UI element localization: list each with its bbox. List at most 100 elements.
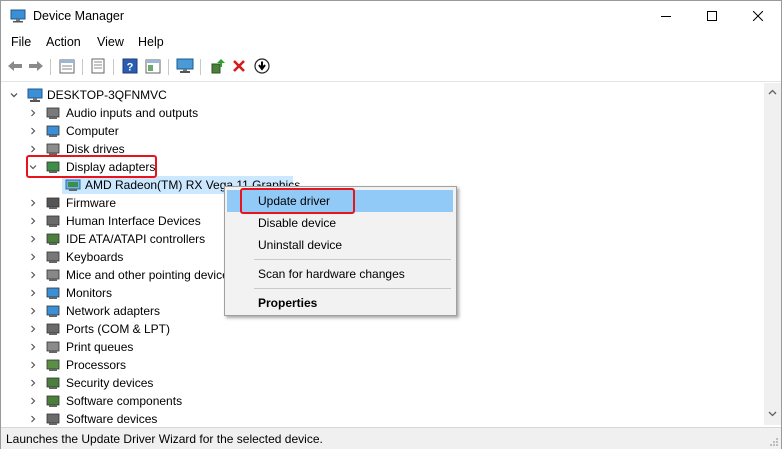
ide-controller-icon bbox=[46, 233, 60, 245]
ctx-properties-label: Properties bbox=[258, 296, 318, 310]
chevron-down-icon[interactable] bbox=[29, 163, 37, 171]
ctx-uninstall-device-label: Uninstall device bbox=[258, 238, 343, 252]
tree-category-row[interactable]: Software devices bbox=[1, 410, 764, 425]
chevron-right-icon[interactable] bbox=[29, 343, 37, 351]
tree-category-row[interactable]: Ports (COM & LPT) bbox=[1, 320, 764, 338]
update-driver-button[interactable] bbox=[208, 57, 226, 75]
hid-icon bbox=[46, 215, 60, 227]
ctx-properties[interactable]: Properties bbox=[227, 292, 453, 314]
software-device-icon bbox=[46, 413, 60, 425]
minimize-icon bbox=[661, 16, 671, 17]
display-adapter-icon bbox=[46, 161, 60, 173]
help-button[interactable]: ? bbox=[121, 57, 139, 75]
chevron-right-icon[interactable] bbox=[29, 235, 37, 243]
uninstall-device-button[interactable] bbox=[230, 57, 248, 75]
chevron-right-icon[interactable] bbox=[29, 325, 37, 333]
toolbar: ? bbox=[1, 53, 781, 82]
device-manager-app-icon bbox=[10, 9, 26, 23]
software-component-icon bbox=[46, 395, 60, 407]
document-list-icon bbox=[91, 58, 105, 74]
chevron-right-icon[interactable] bbox=[29, 361, 37, 369]
monitor-view-icon bbox=[176, 58, 194, 73]
status-bar: Launches the Update Driver Wizard for th… bbox=[1, 427, 781, 449]
device-list-button[interactable] bbox=[89, 57, 107, 75]
chevron-down-icon[interactable] bbox=[10, 91, 18, 99]
mouse-icon bbox=[46, 269, 60, 281]
tree-category-label: Processors bbox=[66, 358, 127, 372]
window-title: Device Manager bbox=[33, 9, 125, 23]
ctx-scan-hardware[interactable]: Scan for hardware changes bbox=[227, 263, 453, 285]
security-device-icon bbox=[46, 377, 60, 389]
display-view-button[interactable] bbox=[176, 57, 194, 75]
ctx-separator bbox=[254, 288, 451, 289]
tree-category-label: Firmware bbox=[66, 196, 116, 210]
forward-button[interactable] bbox=[27, 57, 45, 75]
tree-category-label: Mice and other pointing devices bbox=[66, 268, 235, 282]
toolbar-separator bbox=[50, 59, 51, 75]
ctx-disable-device[interactable]: Disable device bbox=[227, 212, 453, 234]
tree-category-label: Software devices bbox=[66, 412, 158, 425]
tree-category-row[interactable]: Security devices bbox=[1, 374, 764, 392]
menu-action[interactable]: Action bbox=[46, 35, 81, 49]
enable-device-button[interactable] bbox=[253, 57, 271, 75]
tree-category-row[interactable]: Audio inputs and outputs bbox=[1, 104, 764, 122]
firmware-icon bbox=[46, 197, 60, 209]
chevron-right-icon[interactable] bbox=[29, 397, 37, 405]
properties-view-button[interactable] bbox=[58, 57, 76, 75]
resize-grip-icon[interactable] bbox=[769, 437, 779, 447]
tree-category-row[interactable]: Computer bbox=[1, 122, 764, 140]
help-question-icon: ? bbox=[122, 58, 138, 74]
chevron-right-icon[interactable] bbox=[29, 379, 37, 387]
chevron-right-icon[interactable] bbox=[29, 289, 37, 297]
chevron-right-icon[interactable] bbox=[29, 127, 37, 135]
tree-root[interactable]: DESKTOP-3QFNMVC bbox=[1, 86, 764, 104]
scroll-up-icon[interactable] bbox=[768, 88, 777, 97]
tree-category-label: Disk drives bbox=[66, 142, 125, 156]
scroll-down-icon[interactable] bbox=[768, 409, 777, 418]
chevron-right-icon[interactable] bbox=[29, 199, 37, 207]
chevron-right-icon[interactable] bbox=[29, 217, 37, 225]
menu-file[interactable]: File bbox=[11, 35, 31, 49]
context-menu: Update driver Disable device Uninstall d… bbox=[224, 186, 457, 316]
chevron-right-icon[interactable] bbox=[29, 109, 37, 117]
window-view-icon bbox=[145, 59, 161, 73]
download-circle-icon bbox=[254, 58, 270, 74]
monitor-icon bbox=[46, 287, 60, 299]
network-adapter-icon bbox=[46, 305, 60, 317]
processor-icon bbox=[46, 359, 60, 371]
chevron-right-icon[interactable] bbox=[29, 307, 37, 315]
tree-category-row[interactable]: Disk drives bbox=[1, 140, 764, 158]
close-button[interactable] bbox=[735, 1, 781, 31]
tree-root-label: DESKTOP-3QFNMVC bbox=[47, 88, 167, 102]
minimize-button[interactable] bbox=[643, 1, 689, 31]
update-driver-icon bbox=[211, 59, 225, 74]
ctx-disable-device-label: Disable device bbox=[258, 216, 337, 230]
maximize-button[interactable] bbox=[689, 1, 735, 31]
svg-text:?: ? bbox=[127, 62, 134, 74]
tree-category-label: Print queues bbox=[66, 340, 134, 354]
tree-category-label: Security devices bbox=[66, 376, 154, 390]
ctx-uninstall-device[interactable]: Uninstall device bbox=[227, 234, 453, 256]
chevron-right-icon[interactable] bbox=[29, 253, 37, 261]
tree-category-row[interactable]: Software components bbox=[1, 392, 764, 410]
ctx-separator bbox=[254, 259, 451, 260]
maximize-icon bbox=[707, 11, 717, 21]
chevron-right-icon[interactable] bbox=[29, 271, 37, 279]
menu-bar: File Action View Help bbox=[1, 32, 781, 52]
display-adapter-icon bbox=[65, 179, 81, 191]
tree-category-label: Monitors bbox=[66, 286, 113, 300]
back-button[interactable] bbox=[6, 57, 24, 75]
tree-category-row[interactable]: Display adapters bbox=[1, 158, 764, 176]
tree-category-row[interactable]: Processors bbox=[1, 356, 764, 374]
action-view-button[interactable] bbox=[144, 57, 162, 75]
title-bar[interactable]: Device Manager bbox=[1, 1, 781, 33]
chevron-right-icon[interactable] bbox=[29, 415, 37, 423]
printer-icon bbox=[46, 341, 60, 353]
menu-help[interactable]: Help bbox=[138, 35, 164, 49]
vertical-scrollbar[interactable] bbox=[764, 83, 781, 425]
menu-view[interactable]: View bbox=[97, 35, 124, 49]
chevron-right-icon[interactable] bbox=[29, 145, 37, 153]
red-x-icon bbox=[233, 60, 245, 72]
ctx-update-driver[interactable]: Update driver bbox=[227, 190, 453, 212]
tree-category-row[interactable]: Print queues bbox=[1, 338, 764, 356]
